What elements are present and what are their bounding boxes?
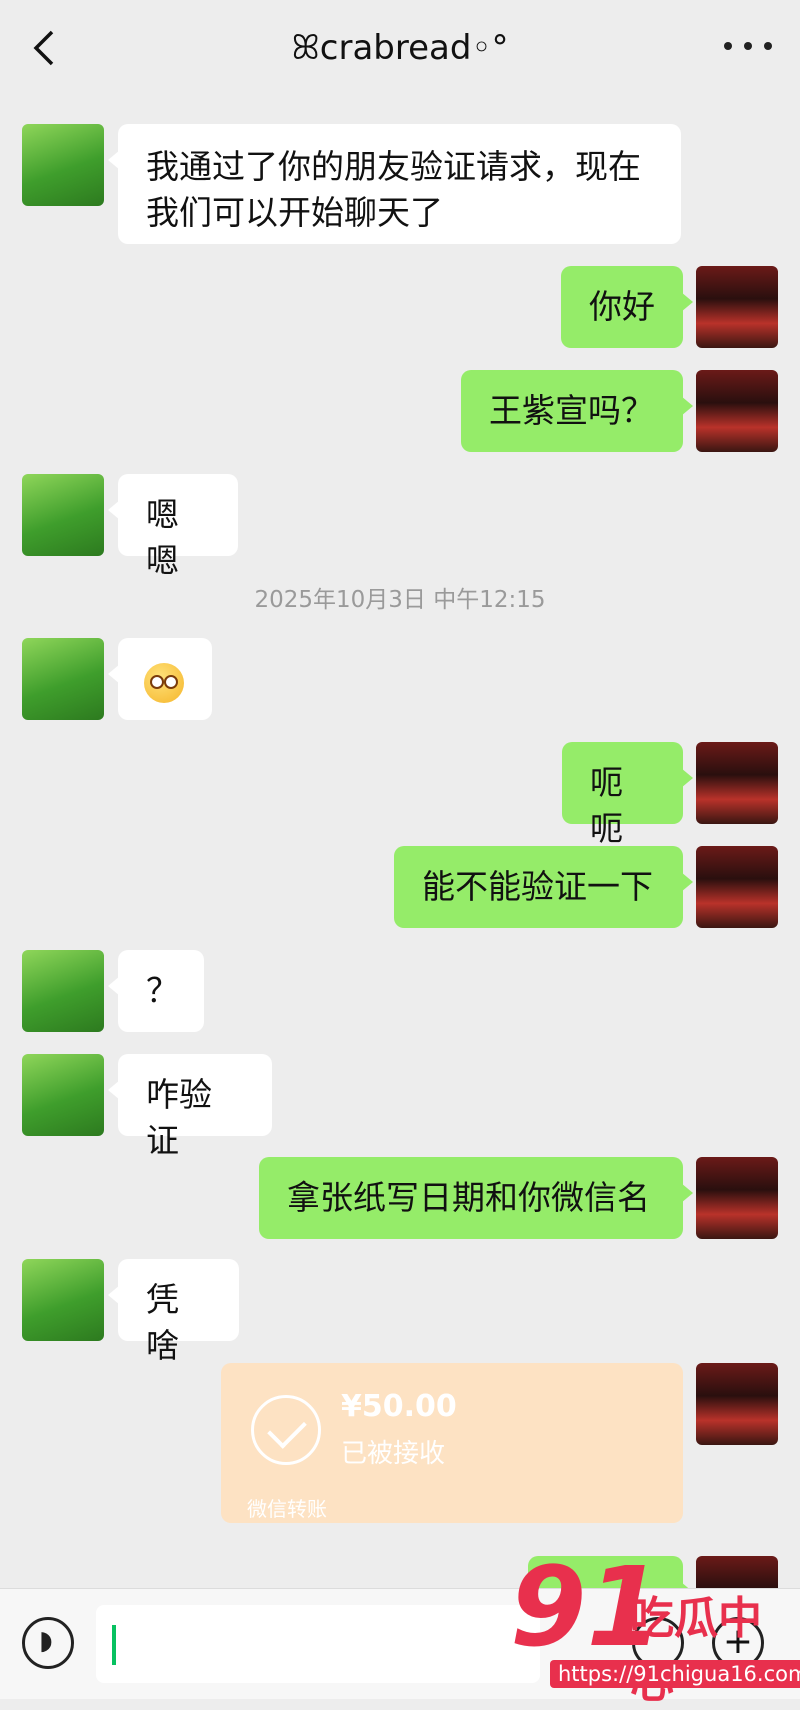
message-bubble-outgoing[interactable]: 拿张纸写日期和你微信名 <box>259 1157 693 1239</box>
my-avatar[interactable] <box>696 370 778 452</box>
message-timestamp: 2025年10月3日 中午12:15 <box>254 587 546 613</box>
contact-avatar[interactable] <box>22 1054 104 1136</box>
contact-avatar[interactable] <box>22 638 104 720</box>
message-bubble-incoming[interactable] <box>108 638 212 720</box>
my-avatar[interactable] <box>696 846 778 928</box>
contact-avatar[interactable] <box>22 124 104 206</box>
message-bubble-incoming[interactable]: 嗯嗯 <box>108 474 238 580</box>
more-options-button[interactable] <box>724 26 772 66</box>
contact-avatar[interactable] <box>22 1259 104 1341</box>
text-caret <box>112 1625 116 1665</box>
transfer-status: 已被接收 <box>341 1439 446 1469</box>
message-bubble-outgoing[interactable]: 呃呃 <box>562 742 693 848</box>
chat-title: ꕤcrabread◦° <box>291 28 509 68</box>
message-bubble-outgoing[interactable]: 王紫宣吗？ <box>461 370 693 452</box>
my-avatar[interactable] <box>696 1363 778 1445</box>
my-avatar[interactable] <box>696 266 778 348</box>
voice-input-icon[interactable] <box>22 1617 74 1669</box>
message-bubble-outgoing[interactable]: 能不能验证一下 <box>394 846 693 928</box>
chat-header: ꕤcrabread◦° <box>0 0 800 96</box>
contact-avatar[interactable] <box>22 474 104 556</box>
watermark-brand: 吃瓜中心 <box>630 1593 762 1708</box>
transfer-label: 微信转账 <box>247 1497 327 1521</box>
message-input[interactable] <box>96 1605 540 1683</box>
message-bubble-incoming[interactable]: ？ <box>108 950 204 1032</box>
message-bubble-outgoing[interactable]: 你好 <box>561 266 693 348</box>
my-avatar[interactable] <box>696 742 778 824</box>
transfer-amount: ¥50.00 <box>341 1389 457 1424</box>
more-dots-icon <box>724 42 732 50</box>
contact-avatar[interactable] <box>22 950 104 1032</box>
message-bubble-incoming[interactable]: 咋验证 <box>108 1054 272 1160</box>
my-avatar[interactable] <box>696 1157 778 1239</box>
watermark-url: https://91chigua16.com <box>550 1660 800 1688</box>
message-bubble-incoming[interactable]: 我通过了你的朋友验证请求，现在我们可以开始聊天了 <box>108 124 681 244</box>
check-circle-icon <box>251 1395 321 1465</box>
wechat-transfer-card[interactable]: ¥50.00 已被接收 微信转账 <box>221 1363 683 1523</box>
message-bubble-incoming[interactable]: 凭啥 <box>108 1259 239 1365</box>
site-watermark: 91 吃瓜中心 https://91chigua16.com <box>510 1552 800 1708</box>
flushed-face-emoji-icon <box>144 662 184 703</box>
